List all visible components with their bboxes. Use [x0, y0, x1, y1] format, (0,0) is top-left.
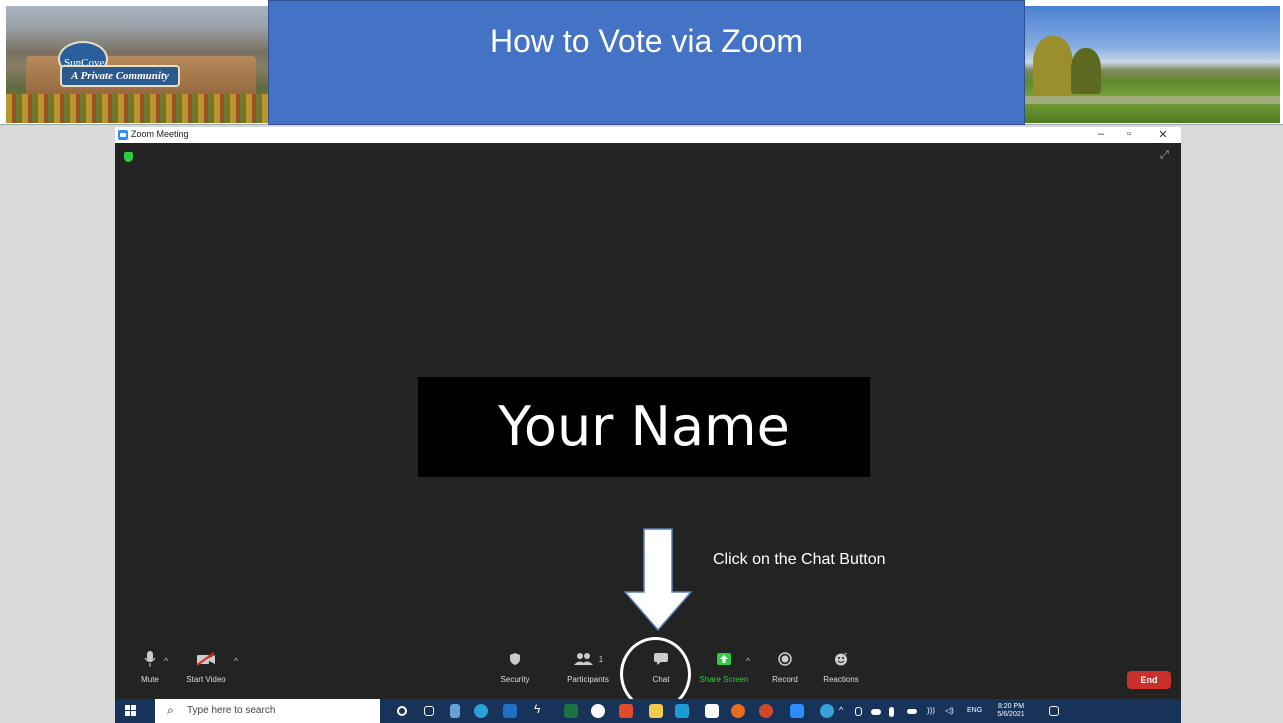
title-banner: How to Vote via Zoom: [268, 0, 1025, 125]
participants-icon: 1: [553, 644, 623, 674]
smiley-icon: +: [806, 644, 876, 674]
participants-button[interactable]: 1 Participants: [553, 644, 623, 684]
close-icon[interactable]: ✕: [1153, 128, 1173, 141]
window-title: Zoom Meeting: [131, 129, 189, 139]
security-button[interactable]: Security: [480, 644, 550, 684]
participant-name: Your Name: [498, 395, 790, 458]
cortana-icon[interactable]: [397, 706, 407, 716]
notification-icon[interactable]: [1049, 706, 1059, 716]
amazon-icon[interactable]: [705, 704, 719, 718]
start-video-button[interactable]: Start Video: [171, 644, 241, 684]
tray-expand-icon[interactable]: ^: [839, 705, 853, 719]
end-meeting-button[interactable]: End: [1127, 671, 1171, 689]
taskbar-search-placeholder: Type here to search: [187, 705, 276, 716]
slide: SunCove A Private Community How to Vote …: [0, 0, 1283, 723]
pen-icon[interactable]: [889, 707, 894, 717]
start-video-label: Start Video: [186, 675, 226, 684]
zoom-meeting-window: Zoom Meeting – ▫ ✕ ⤢ Your Name Click on …: [115, 127, 1181, 723]
audio-options-caret-icon[interactable]: ^: [164, 656, 168, 666]
chat-instruction-text: Click on the Chat Button: [713, 551, 886, 568]
down-arrow-annotation: [623, 528, 693, 632]
lightning-app-icon[interactable]: ϟ: [534, 702, 548, 716]
search-icon: ⌕: [167, 703, 174, 717]
b-app-icon[interactable]: [619, 704, 633, 718]
video-options-caret-icon[interactable]: ^: [234, 656, 238, 666]
windows-start-icon[interactable]: [125, 705, 137, 717]
encryption-shield-icon[interactable]: [124, 152, 133, 162]
participants-label: Participants: [567, 675, 609, 684]
participant-name-tile: Your Name: [418, 377, 870, 477]
video-off-icon: [171, 644, 241, 674]
calculator-icon[interactable]: [450, 704, 460, 718]
share-screen-label: Share Screen: [699, 675, 749, 684]
outlook-icon[interactable]: [503, 704, 517, 718]
svg-text:+: +: [844, 652, 848, 658]
park-photo: [1025, 6, 1280, 123]
reactions-label: Reactions: [823, 675, 859, 684]
cloud-icon[interactable]: [871, 709, 881, 715]
firefox-icon[interactable]: [731, 704, 745, 718]
usb-icon[interactable]: [855, 707, 862, 716]
task-view-icon[interactable]: [424, 706, 434, 716]
taskbar-search-box[interactable]: ⌕ Type here to search: [155, 699, 380, 723]
taskbar-clock[interactable]: 8:20 PM 5/6/2021: [989, 703, 1033, 719]
minimize-icon[interactable]: –: [1091, 128, 1111, 140]
security-shield-icon: [480, 644, 550, 674]
window-titlebar: Zoom Meeting – ▫ ✕: [115, 127, 1181, 143]
slide-title: How to Vote via Zoom: [489, 23, 804, 59]
reactions-button[interactable]: + Reactions: [806, 644, 876, 684]
wifi-icon[interactable]: ))): [927, 706, 941, 720]
powerpoint-icon[interactable]: [759, 704, 773, 718]
participants-count: 1: [598, 654, 604, 664]
fullscreen-icon[interactable]: ⤢: [1160, 149, 1169, 162]
restore-icon[interactable]: ▫: [1119, 128, 1139, 140]
edge-browser-icon[interactable]: [474, 704, 488, 718]
zoom-taskbar-icon[interactable]: [790, 704, 804, 718]
google-icon[interactable]: [591, 704, 605, 718]
excel-icon[interactable]: [564, 704, 578, 718]
language-indicator[interactable]: ENG: [967, 707, 982, 715]
help-icon[interactable]: [820, 704, 834, 718]
battery-icon[interactable]: [907, 709, 917, 714]
security-label: Security: [500, 675, 530, 684]
store-app-icon[interactable]: [675, 704, 689, 718]
slide-header: SunCove A Private Community How to Vote …: [0, 0, 1283, 125]
suncove-sign: SunCove A Private Community: [58, 41, 180, 93]
sign-band: A Private Community: [60, 65, 180, 87]
volume-icon[interactable]: ◁): [945, 706, 959, 720]
file-explorer-icon[interactable]: [649, 704, 663, 718]
clock-date: 5/6/2021: [997, 711, 1025, 718]
windows-taskbar: ⌕ Type here to search ϟ ^ ))) ◁) ENG 8:2…: [115, 699, 1181, 723]
zoom-app-icon: [118, 130, 128, 140]
community-sign-photo: SunCove A Private Community: [6, 6, 268, 123]
clock-time: 8:20 PM: [997, 703, 1025, 710]
